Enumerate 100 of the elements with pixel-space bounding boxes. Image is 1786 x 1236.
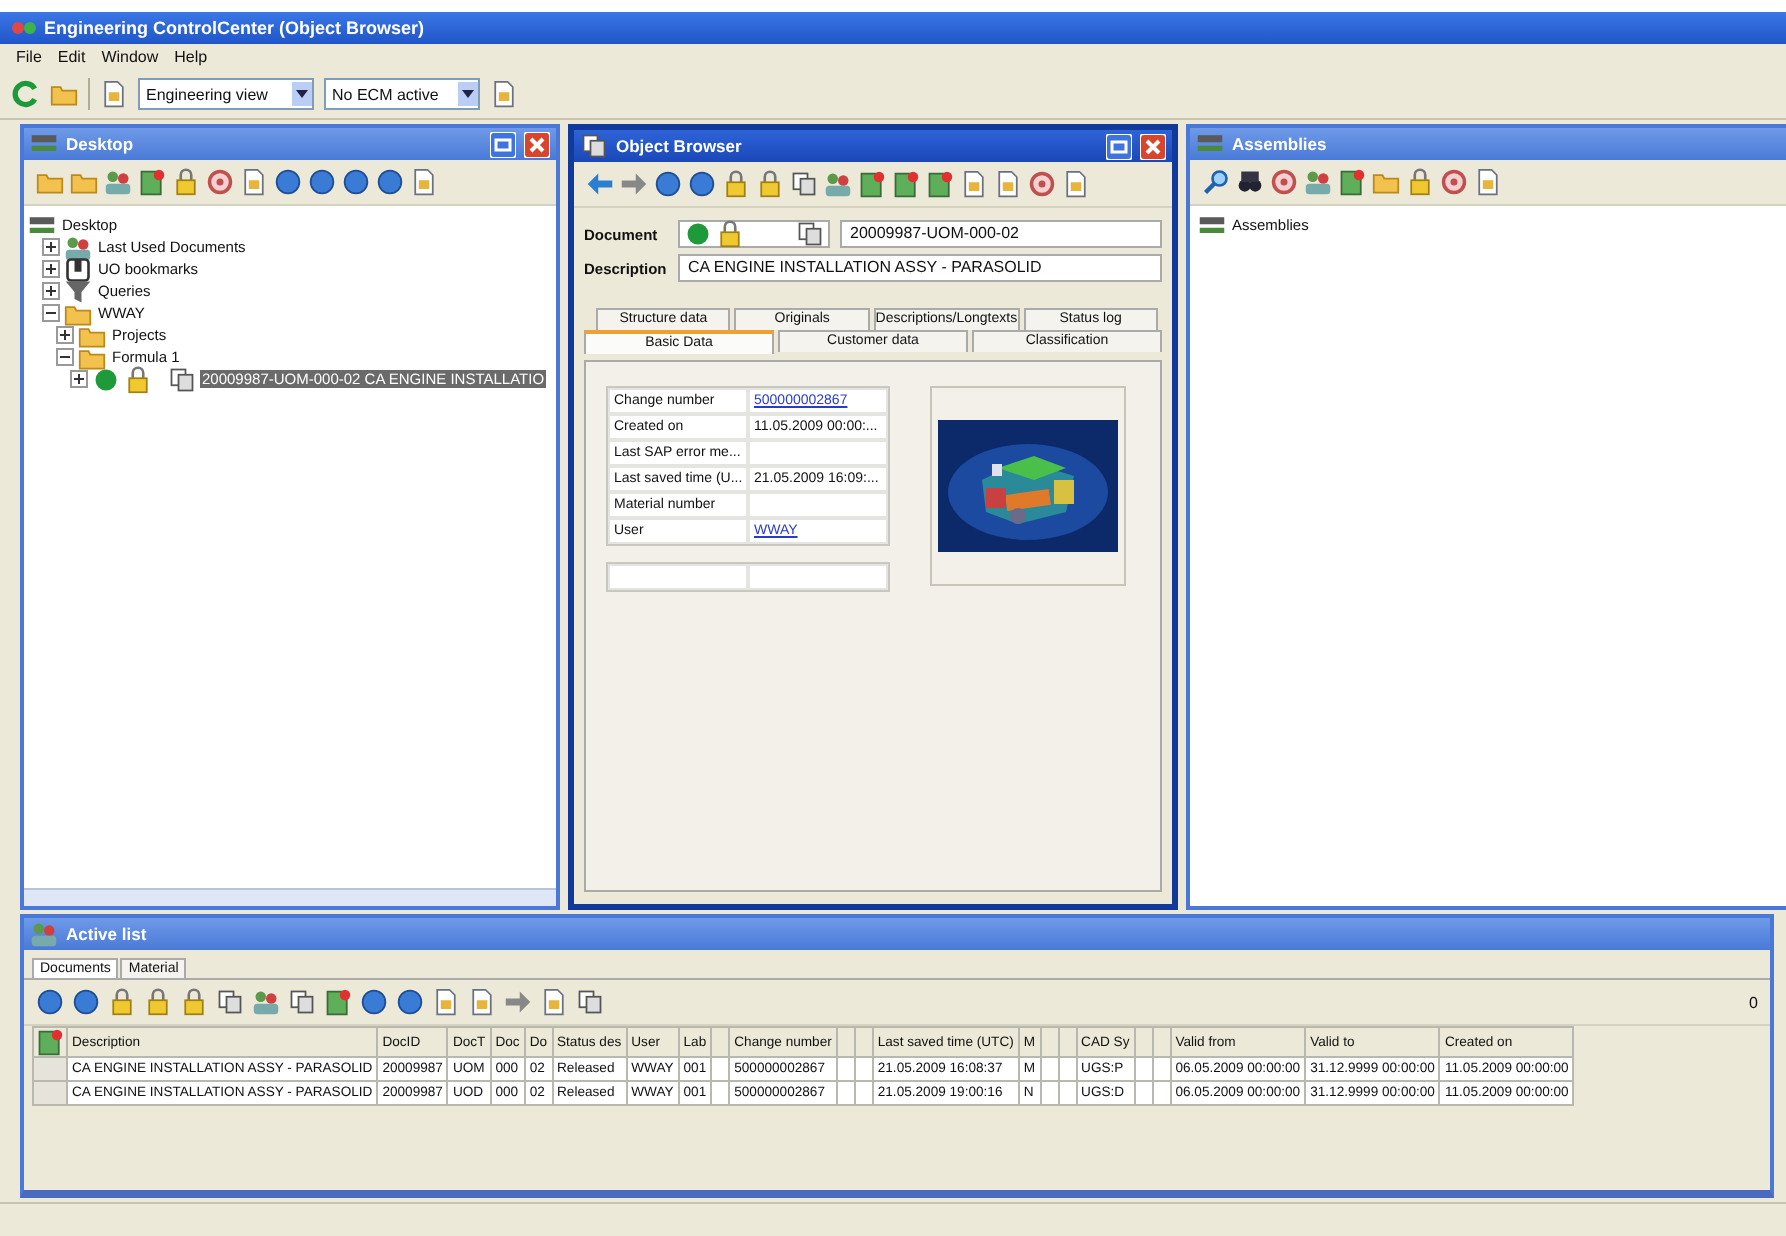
users-icon[interactable] (104, 168, 132, 196)
copy-icon[interactable] (288, 988, 316, 1016)
table-cell (1152, 1081, 1171, 1105)
expand-toggle[interactable] (42, 260, 60, 278)
copy-icon (580, 132, 608, 160)
menu-item[interactable]: File (16, 48, 42, 66)
menu-item[interactable]: Window (101, 48, 159, 66)
table-cell (854, 1081, 873, 1105)
window-title: Engineering ControlCenter (Object Browser) (44, 18, 425, 38)
padlock-icon[interactable] (108, 988, 136, 1016)
table-cell (711, 1057, 730, 1081)
forward-icon[interactable] (504, 988, 532, 1016)
refresh-icon[interactable] (12, 80, 40, 108)
menu-item[interactable]: Help (174, 48, 208, 66)
folder-icon[interactable] (50, 80, 78, 108)
document-icon[interactable] (240, 168, 268, 196)
close-button[interactable] (524, 131, 550, 157)
view-dropdown[interactable]: Engineering view (138, 78, 314, 110)
scrollbar[interactable] (24, 888, 556, 906)
disc-icon[interactable] (688, 170, 716, 198)
users-icon (64, 233, 92, 261)
disc-icon[interactable] (342, 168, 370, 196)
expand-toggle[interactable] (70, 370, 88, 388)
panel-title: Assemblies (1232, 134, 1327, 154)
document-icon[interactable] (468, 988, 496, 1016)
status-dot-icon (684, 220, 712, 248)
table-cell (748, 440, 888, 466)
folder-icon[interactable] (1372, 168, 1400, 196)
table-cell (854, 1057, 873, 1081)
expand-toggle[interactable] (42, 238, 60, 256)
document-icon[interactable] (1474, 168, 1502, 196)
document-icon[interactable] (410, 168, 438, 196)
document-icon[interactable] (1062, 170, 1090, 198)
expand-toggle[interactable] (56, 348, 74, 366)
table-cell (1040, 1057, 1059, 1081)
document-icon[interactable] (432, 988, 460, 1016)
panel-title: Active list (66, 924, 147, 944)
copy-icon (168, 365, 196, 393)
document-icon[interactable] (540, 988, 568, 1016)
document-icon[interactable] (100, 80, 128, 108)
desktop-icon (1198, 211, 1226, 239)
restore-button[interactable] (490, 131, 516, 157)
document-icon[interactable] (892, 170, 920, 198)
counter: 0 (1749, 993, 1758, 1011)
disc-icon[interactable] (360, 988, 388, 1016)
document-field[interactable]: 20009987-UOM-000-02 (840, 220, 1162, 248)
padlock-icon[interactable] (172, 168, 200, 196)
copy-icon[interactable] (216, 988, 244, 1016)
folder-icon[interactable] (70, 168, 98, 196)
document-icon[interactable] (138, 168, 166, 196)
disc-icon[interactable] (654, 170, 682, 198)
copy-icon[interactable] (796, 220, 824, 248)
disc-icon[interactable] (376, 168, 404, 196)
padlock-icon[interactable] (180, 988, 208, 1016)
table-cell (1134, 1081, 1153, 1105)
menu-item[interactable]: Edit (57, 48, 86, 66)
caret-icon (458, 82, 478, 106)
document-icon[interactable] (1338, 168, 1366, 196)
copy-icon[interactable] (790, 170, 818, 198)
copy-icon[interactable] (576, 988, 604, 1016)
padlock-icon[interactable] (144, 988, 172, 1016)
disc-icon[interactable] (36, 988, 64, 1016)
search-icon[interactable] (1202, 168, 1230, 196)
bookmark-icon (64, 255, 92, 283)
users-icon[interactable] (1304, 168, 1332, 196)
expand-toggle[interactable] (42, 304, 60, 322)
padlock-icon[interactable] (1406, 168, 1434, 196)
table-cell (1040, 1081, 1059, 1105)
document-icon[interactable] (490, 80, 518, 108)
desktop-icon (28, 211, 56, 239)
forward-icon[interactable] (620, 170, 648, 198)
table-cell (836, 1057, 855, 1081)
users-icon[interactable] (824, 170, 852, 198)
document-icon[interactable] (858, 170, 886, 198)
restore-button[interactable] (1106, 133, 1132, 159)
disc-icon[interactable] (396, 988, 424, 1016)
disc-icon[interactable] (274, 168, 302, 196)
disc-icon[interactable] (72, 988, 100, 1016)
table-cell (1134, 1057, 1153, 1081)
document-icon[interactable] (926, 170, 954, 198)
close-button[interactable] (1140, 133, 1166, 159)
table-cell (836, 1081, 855, 1105)
ecm-dropdown[interactable]: No ECM active (324, 78, 480, 110)
document-icon[interactable] (324, 988, 352, 1016)
folder-icon[interactable] (36, 168, 64, 196)
padlock-icon[interactable] (722, 170, 750, 198)
document-icon[interactable] (994, 170, 1022, 198)
padlock-icon (124, 365, 152, 393)
back-icon[interactable] (586, 170, 614, 198)
document-icon[interactable] (960, 170, 988, 198)
table-cell (1058, 1057, 1077, 1081)
table-cell (1152, 1057, 1171, 1081)
disc-icon[interactable] (308, 168, 336, 196)
expand-toggle[interactable] (42, 282, 60, 300)
description-field[interactable]: CA ENGINE INSTALLATION ASSY - PARASOLID (678, 254, 1162, 282)
users-icon[interactable] (252, 988, 280, 1016)
expand-toggle[interactable] (56, 326, 74, 344)
padlock-icon[interactable] (756, 170, 784, 198)
panel-title: Object Browser (616, 136, 742, 156)
binoculars-icon[interactable] (1236, 168, 1264, 196)
